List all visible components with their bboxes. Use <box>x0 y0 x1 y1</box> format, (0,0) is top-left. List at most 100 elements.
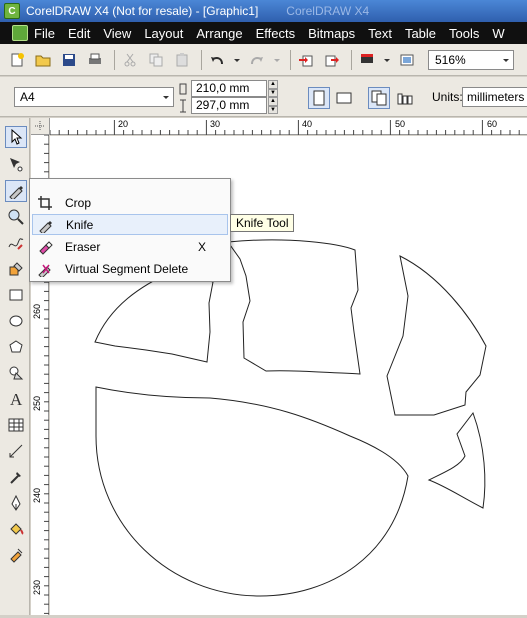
knife-icon <box>35 216 57 234</box>
shape-piece-center-top[interactable] <box>227 239 361 375</box>
shape-piece-left-top[interactable] <box>94 269 214 363</box>
import-icon[interactable] <box>295 49 317 71</box>
eyedropper-icon[interactable] <box>5 466 27 488</box>
redo-dropdown-icon[interactable] <box>272 49 282 71</box>
ruler-label-60: 60 <box>487 119 497 129</box>
text-tool-icon[interactable]: A <box>5 388 27 410</box>
knife-tool-icon[interactable] <box>5 180 27 202</box>
paper-size-value: A4 <box>20 90 35 104</box>
flyout-item-virtual-segment-delete[interactable]: Virtual Segment Delete <box>32 258 228 279</box>
freehand-tool-icon[interactable] <box>5 232 27 254</box>
menu-effects[interactable]: Effects <box>256 26 296 41</box>
units-label: Units: <box>432 90 463 104</box>
shape-piece-bottom[interactable] <box>95 386 409 597</box>
print-icon[interactable] <box>84 49 106 71</box>
landscape-icon[interactable] <box>333 87 355 109</box>
ruler-label-230: 230 <box>32 580 42 595</box>
copy-icon[interactable] <box>145 49 167 71</box>
virtual-segment-delete-icon <box>34 260 56 278</box>
ruler-label-30: 30 <box>210 119 220 129</box>
undo-dropdown-icon[interactable] <box>232 49 242 71</box>
zoom-level-select[interactable]: 516% <box>428 49 514 70</box>
chevron-down-icon <box>163 96 169 99</box>
shape-piece-right-top[interactable] <box>386 255 487 416</box>
table-tool-icon[interactable] <box>5 414 27 436</box>
shape-piece-right-small[interactable] <box>427 411 486 509</box>
ruler-label-40: 40 <box>302 119 312 129</box>
shape-tool-icon[interactable] <box>5 153 27 175</box>
current-page-icon[interactable] <box>394 87 416 109</box>
units-select[interactable]: millimeters <box>462 87 527 107</box>
cut-icon[interactable] <box>119 49 141 71</box>
toolbar-separator <box>351 49 352 70</box>
undo-icon[interactable] <box>206 49 228 71</box>
flyout-label-virtual-segment-delete: Virtual Segment Delete <box>65 261 189 276</box>
eraser-icon <box>34 238 56 256</box>
ruler-label-20: 20 <box>118 119 128 129</box>
flyout-item-knife[interactable]: Knife <box>32 214 228 235</box>
menu-view[interactable]: View <box>103 26 131 41</box>
height-spinner[interactable]: ▲ ▼ <box>268 97 278 114</box>
new-document-icon[interactable] <box>6 49 28 71</box>
dimension-tool-icon[interactable] <box>5 440 27 462</box>
redo-icon[interactable] <box>246 49 268 71</box>
interactive-fill-icon[interactable] <box>5 544 27 566</box>
rectangle-tool-icon[interactable] <box>5 284 27 306</box>
launcher-dropdown-icon[interactable] <box>382 49 392 71</box>
window-title: CorelDRAW X4 (Not for resale) - [Graphic… <box>26 4 259 18</box>
menu-bar: File Edit View Layout Arrange Effects Bi… <box>0 22 527 44</box>
paper-height-input[interactable]: 297,0 mm <box>191 97 267 114</box>
basic-shapes-icon[interactable] <box>5 362 27 384</box>
eraser-shortcut: X <box>197 239 206 254</box>
menu-file[interactable]: File <box>34 26 55 41</box>
open-folder-icon[interactable] <box>32 49 54 71</box>
menu-layout[interactable]: Layout <box>144 26 183 41</box>
crop-icon <box>34 194 56 212</box>
portrait-icon[interactable] <box>308 87 330 109</box>
paper-width-row: 210,0 mm ▲ ▼ <box>178 80 278 97</box>
ruler-label-240: 240 <box>32 488 42 503</box>
svg-text:A: A <box>10 390 23 408</box>
flyout-label-eraser: Eraser <box>65 239 101 254</box>
zoom-level-value: 516% <box>435 52 466 67</box>
smart-fill-icon[interactable] <box>5 258 27 280</box>
paper-width-input[interactable]: 210,0 mm <box>191 80 267 97</box>
paper-size-select[interactable]: A4 <box>14 87 174 107</box>
save-icon[interactable] <box>58 49 80 71</box>
standard-toolbar: 516% <box>0 44 527 76</box>
zoom-tool-icon[interactable] <box>5 206 27 228</box>
application-launcher-icon[interactable] <box>356 49 378 71</box>
chevron-down-icon <box>503 58 509 62</box>
ruler-label-250: 250 <box>32 396 42 411</box>
export-icon[interactable] <box>321 49 343 71</box>
paper-height-row: 297,0 mm ▲ ▼ <box>178 97 278 114</box>
ruler-label-50: 50 <box>395 119 405 129</box>
width-spinner[interactable]: ▲ ▼ <box>268 80 278 97</box>
menu-edit[interactable]: Edit <box>68 26 90 41</box>
height-icon <box>180 99 186 112</box>
document-icon[interactable] <box>12 25 28 41</box>
welcome-screen-icon[interactable] <box>396 49 418 71</box>
menu-window[interactable]: W <box>492 26 504 41</box>
toolbar-separator <box>201 49 202 70</box>
polygon-tool-icon[interactable] <box>5 336 27 358</box>
ellipse-tool-icon[interactable] <box>5 310 27 332</box>
title-bar: C CorelDRAW X4 (Not for resale) - [Graph… <box>0 0 527 22</box>
outline-pen-icon[interactable] <box>5 492 27 514</box>
menu-bitmaps[interactable]: Bitmaps <box>308 26 355 41</box>
flyout-item-eraser[interactable]: Eraser X <box>32 236 228 257</box>
horizontal-ruler[interactable]: 20 30 40 50 60 <box>49 118 527 135</box>
ruler-origin[interactable] <box>31 118 50 135</box>
fill-tool-icon[interactable] <box>5 518 27 540</box>
menu-arrange[interactable]: Arrange <box>196 26 242 41</box>
toolbar-separator <box>290 49 291 70</box>
all-pages-icon[interactable] <box>368 87 390 109</box>
menu-tools[interactable]: Tools <box>449 26 479 41</box>
menu-text[interactable]: Text <box>368 26 392 41</box>
flyout-item-crop[interactable]: Crop <box>32 192 228 213</box>
pick-tool-icon[interactable] <box>5 126 27 148</box>
ruler-label-260: 260 <box>32 304 42 319</box>
menu-table[interactable]: Table <box>405 26 436 41</box>
coreldraw-app-icon[interactable]: C <box>4 3 20 19</box>
paste-icon[interactable] <box>171 49 193 71</box>
